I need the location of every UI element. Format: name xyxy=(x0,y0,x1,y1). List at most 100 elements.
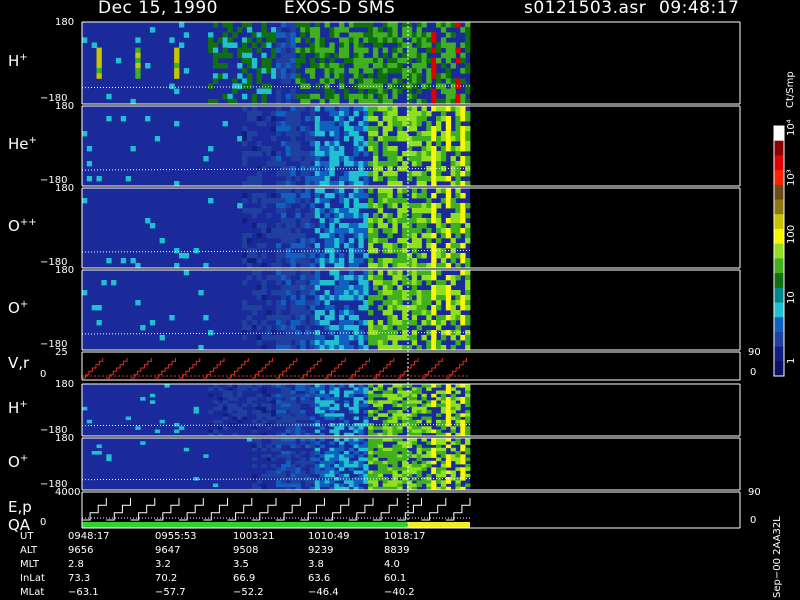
spectrogram-cell xyxy=(290,73,296,79)
panel-h-plus-charge: + xyxy=(19,52,28,63)
spectrogram-cell xyxy=(101,280,107,286)
velocity-sweep-6 xyxy=(227,358,249,379)
spectrogram-cell xyxy=(353,203,359,209)
spectrogram-cell xyxy=(392,423,398,427)
spectrogram-cell xyxy=(392,467,398,471)
spectrogram-cell xyxy=(392,419,398,424)
spectrogram-cell xyxy=(217,387,224,391)
spectrogram-cell xyxy=(436,467,442,471)
spectrogram-cell xyxy=(436,280,442,286)
spectrogram-cell xyxy=(397,305,403,311)
spectrogram-cell xyxy=(440,315,447,321)
spectrogram-cell xyxy=(256,193,262,199)
spectrogram-cell xyxy=(397,403,403,408)
spectrogram-cell xyxy=(334,483,340,488)
spectrogram-cell xyxy=(261,483,267,488)
spectrogram-cell xyxy=(261,320,267,326)
spectrogram-cell xyxy=(339,444,345,449)
spectrogram-cell xyxy=(368,203,374,209)
spectrogram-cell xyxy=(465,457,471,462)
spectrogram-cell xyxy=(261,198,267,204)
spectrogram-cell xyxy=(450,203,456,209)
spectrogram-cell xyxy=(290,238,296,244)
spectrogram-cell xyxy=(319,473,325,478)
spectrogram-cell xyxy=(402,390,408,395)
spectrogram-cell xyxy=(450,218,456,224)
panel-o-plus-plus-ymax: 180 xyxy=(55,183,75,194)
spectrogram-cell xyxy=(460,429,466,434)
spectrogram-cell xyxy=(455,454,461,458)
spectrogram-cell xyxy=(295,467,301,471)
spectrogram-cell xyxy=(183,270,190,276)
spectrogram-cell xyxy=(397,300,403,306)
spectrogram-cell xyxy=(309,438,316,442)
spectrogram-cell xyxy=(334,470,340,475)
spectrogram-cell xyxy=(382,131,388,137)
spectrogram-cell xyxy=(96,57,102,64)
spectrogram-cell xyxy=(261,295,267,301)
spectrogram-cell xyxy=(353,198,359,204)
spectrogram-cell xyxy=(120,116,127,122)
spectrogram-cell xyxy=(280,384,287,388)
spectrogram-cell xyxy=(387,310,393,316)
spectrogram-cell xyxy=(339,340,345,346)
spectrogram-cell xyxy=(276,444,282,449)
spectrogram-cell xyxy=(276,208,282,214)
spectrogram-cell xyxy=(373,126,379,132)
spectrogram-cell xyxy=(460,320,466,326)
spectrogram-cell xyxy=(295,253,301,259)
spectrogram-cell xyxy=(368,275,374,281)
panel-e-p-label: E,p xyxy=(8,498,32,516)
spectrogram-cell xyxy=(353,406,359,411)
spectrogram-cell xyxy=(86,161,93,167)
spectrogram-cell xyxy=(309,441,316,445)
spectrogram-cell xyxy=(106,258,112,264)
spectrogram-cell xyxy=(455,78,461,84)
spectrogram-cell xyxy=(324,393,330,398)
spectrogram-cell xyxy=(227,37,233,43)
spectrogram-cell xyxy=(358,447,364,452)
spectrogram-cell xyxy=(329,88,335,95)
spectrogram-cell xyxy=(285,429,291,434)
spectrogram-cell xyxy=(397,320,403,326)
spectrogram-cell xyxy=(300,52,306,59)
spectrogram-cell xyxy=(445,413,452,417)
spectrogram-cell xyxy=(397,384,403,388)
spectrogram-cell xyxy=(426,111,432,117)
spectrogram-cell xyxy=(309,387,316,391)
spectrogram-cell xyxy=(348,426,355,430)
energy-step-12 xyxy=(373,498,398,521)
spectrogram-cell xyxy=(271,290,277,296)
spectrogram-cell xyxy=(411,419,418,424)
colorbar-tick-2: 100 xyxy=(786,224,797,244)
energy-step-11 xyxy=(348,498,374,521)
spectrogram-cell xyxy=(411,406,418,411)
spectrogram-cell xyxy=(436,161,442,167)
spectrogram-cell xyxy=(392,78,398,84)
spectrogram-cell xyxy=(368,116,374,122)
spectrogram-cell xyxy=(387,470,393,475)
spectrogram-cell xyxy=(392,426,398,430)
spectrogram-cell xyxy=(416,426,422,430)
spectrogram-cell xyxy=(421,467,427,471)
spectrogram-cell xyxy=(392,444,398,449)
spectrogram-cell xyxy=(285,275,291,281)
spectrogram-cell xyxy=(285,400,291,404)
spectrogram-cell xyxy=(460,444,466,449)
spectrogram-cell xyxy=(290,111,296,117)
spectrogram-cell xyxy=(450,238,456,244)
spectrogram-cell xyxy=(256,270,262,276)
panel-o-plus-charge: + xyxy=(19,299,29,310)
spectrogram-cell xyxy=(363,464,369,468)
velocity-sweep-0 xyxy=(82,358,104,379)
spectrogram-cell xyxy=(271,447,277,452)
spectrogram-cell xyxy=(373,410,379,414)
spectrogram-cell xyxy=(382,151,388,157)
spectrogram-cell xyxy=(397,270,403,276)
spectrogram-cell xyxy=(343,27,350,33)
spectrogram-cell xyxy=(440,27,447,33)
spectrogram-cell xyxy=(237,413,243,417)
spectrogram-cell xyxy=(305,480,311,484)
spectrogram-cell xyxy=(222,93,228,100)
spectrogram-cell xyxy=(314,457,321,462)
